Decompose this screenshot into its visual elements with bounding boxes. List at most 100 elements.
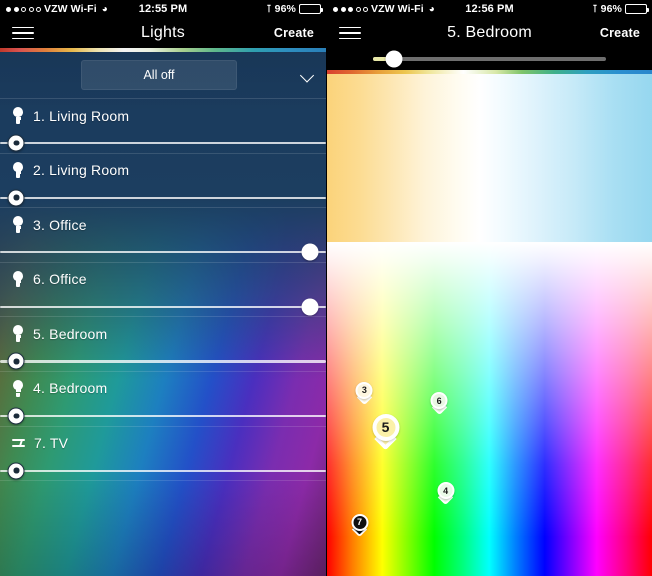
lamp-header: 6. Office	[0, 263, 326, 288]
bulb-icon	[12, 325, 24, 342]
list-item[interactable]: 7. TV	[0, 425, 326, 481]
light-pin-3[interactable]: 3	[355, 381, 373, 405]
pin-label: 3	[355, 381, 373, 399]
all-off-button[interactable]: All off	[81, 60, 237, 90]
slider-track	[373, 57, 606, 61]
lamp-name: 5. Bedroom	[33, 325, 108, 342]
slider-track	[0, 469, 326, 472]
create-button[interactable]: Create	[274, 26, 314, 40]
hue-saturation-gradient[interactable]	[327, 242, 652, 576]
all-off-row: All off	[0, 52, 326, 98]
color-picker[interactable]: 3 6 5 4 7	[327, 74, 652, 576]
list-item[interactable]: 6. Office	[0, 261, 326, 317]
lamp-name: 1. Living Room	[33, 107, 130, 124]
battery-icon	[625, 4, 649, 14]
lamp-header: 7. TV	[0, 427, 326, 452]
hamburger-menu-icon[interactable]	[339, 26, 361, 40]
header-brightness-slider[interactable]	[373, 50, 606, 68]
left-battery-percent: 96%	[274, 3, 296, 15]
bulb-icon	[12, 379, 24, 397]
right-phone-screen: VZW Wi-Fi ◕ 12:56 PM ⊺ 96% 5. Bedroom Cr…	[326, 0, 652, 576]
bulb-icon	[12, 216, 24, 233]
wifi-icon: ◕	[101, 3, 108, 15]
bulb-icon	[12, 107, 24, 124]
left-carrier-label: VZW Wi-Fi	[44, 3, 97, 15]
lamp-name: 7. TV	[34, 435, 69, 452]
pin-label: 7	[351, 513, 368, 531]
slider-knob[interactable]	[7, 407, 25, 425]
battery-icon	[299, 4, 323, 14]
slider-knob[interactable]	[385, 50, 403, 68]
right-battery-percent: 96%	[600, 3, 622, 15]
list-item[interactable]: 4. Bedroom	[0, 370, 326, 426]
list-item[interactable]: 5. Bedroom	[0, 316, 326, 371]
left-status-bar: VZW Wi-Fi ◕ 12:55 PM ⊺ 96%	[0, 0, 326, 18]
light-pin-6[interactable]: 6	[430, 392, 448, 416]
lightstrip-icon	[12, 435, 25, 452]
right-signal-strength-icon	[333, 6, 368, 12]
right-status-right: ⊺ 96%	[592, 3, 652, 15]
hamburger-menu-icon[interactable]	[12, 26, 34, 40]
bulb-icon	[12, 270, 24, 288]
right-nav-bar: 5. Bedroom Create	[327, 18, 652, 48]
list-bottom-divider	[0, 480, 326, 482]
slider-track	[0, 142, 326, 145]
lights-list: All off 1. Living Room 2. Living Room 3.…	[0, 52, 326, 576]
brightness-slider[interactable]	[0, 243, 326, 261]
slider-knob[interactable]	[7, 462, 25, 480]
lamp-header: 4. Bedroom	[0, 372, 326, 397]
lamp-header: 5. Bedroom	[0, 317, 326, 342]
brightness-slider[interactable]	[0, 134, 326, 152]
list-item[interactable]: 3. Office	[0, 207, 326, 262]
light-pin-7-off[interactable]: 7	[351, 513, 368, 537]
list-item[interactable]: 1. Living Room	[0, 98, 326, 153]
lamp-header: 3. Office	[0, 208, 326, 233]
dual-screenshot-container: VZW Wi-Fi ◕ 12:55 PM ⊺ 96% Lights Create…	[0, 0, 652, 576]
slider-track	[0, 414, 326, 418]
brightness-slider[interactable]	[0, 462, 326, 480]
light-pin-4[interactable]: 4	[437, 482, 455, 506]
slider-knob[interactable]	[7, 352, 25, 370]
lamp-name: 3. Office	[33, 216, 87, 233]
slider-knob[interactable]	[301, 243, 319, 261]
right-status-bar: VZW Wi-Fi ◕ 12:56 PM ⊺ 96%	[327, 0, 652, 18]
slider-track	[0, 196, 326, 199]
slider-knob[interactable]	[301, 298, 319, 316]
lamp-name: 6. Office	[33, 271, 87, 288]
pin-label: 5	[372, 413, 399, 441]
brightness-slider[interactable]	[0, 407, 326, 425]
left-phone-screen: VZW Wi-Fi ◕ 12:55 PM ⊺ 96% Lights Create…	[0, 0, 326, 576]
pin-label: 4	[437, 482, 455, 500]
lamp-name: 4. Bedroom	[33, 380, 108, 397]
pin-label: 6	[430, 392, 448, 410]
right-status-left: VZW Wi-Fi ◕	[327, 3, 435, 15]
wifi-icon: ◕	[428, 3, 435, 15]
left-status-left: VZW Wi-Fi ◕	[0, 3, 108, 15]
bluetooth-icon: ⊺	[266, 3, 272, 15]
lamp-header: 1. Living Room	[0, 99, 326, 124]
brightness-slider[interactable]	[0, 352, 326, 370]
create-button[interactable]: Create	[600, 26, 640, 40]
right-rainbow-divider	[327, 70, 652, 74]
slider-knob[interactable]	[7, 189, 25, 207]
light-pin-5-selected[interactable]: 5	[372, 413, 399, 451]
brightness-slider[interactable]	[0, 298, 326, 316]
left-signal-strength-icon	[6, 6, 41, 12]
bluetooth-icon: ⊺	[592, 3, 598, 15]
header-brightness-slider-container	[327, 48, 652, 70]
white-temperature-gradient[interactable]	[327, 74, 652, 242]
left-status-right: ⊺ 96%	[266, 3, 326, 15]
slider-track	[0, 360, 326, 363]
bulb-icon	[12, 161, 24, 179]
slider-knob[interactable]	[7, 134, 25, 152]
list-item[interactable]: 2. Living Room	[0, 152, 326, 208]
left-rainbow-divider	[0, 48, 326, 52]
right-carrier-label: VZW Wi-Fi	[371, 3, 424, 15]
lamp-header: 2. Living Room	[0, 154, 326, 179]
brightness-slider[interactable]	[0, 189, 326, 207]
slider-track	[0, 305, 326, 308]
lamp-name: 2. Living Room	[33, 162, 130, 179]
left-nav-bar: Lights Create	[0, 18, 326, 48]
slider-track	[0, 251, 326, 254]
chevron-down-icon[interactable]	[301, 69, 314, 82]
